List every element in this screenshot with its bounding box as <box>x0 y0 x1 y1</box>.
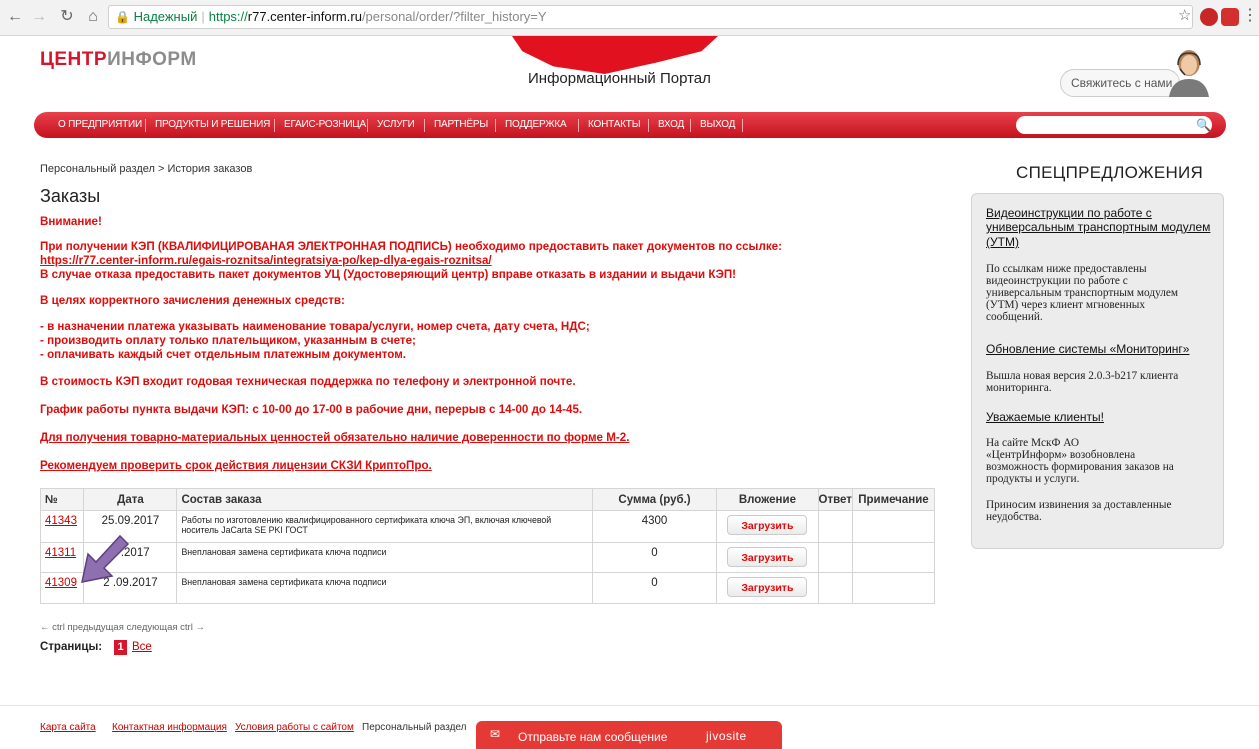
notice-schedule: График работы пункта выдачи КЭП: с 10-00… <box>40 403 583 416</box>
order-answer <box>817 510 853 543</box>
pager-navigation[interactable]: ← ctrl предыдущая следующая ctrl → <box>40 622 205 633</box>
footer-contact-link[interactable]: Контактная информация <box>112 722 227 733</box>
order-sum: 4300 <box>591 510 718 543</box>
table-row: 41309 2 .09.2017 Внеплановая замена серт… <box>39 572 936 604</box>
site-logo[interactable]: ЦЕНТРИНФОРМ <box>40 49 197 71</box>
order-answer <box>817 572 853 604</box>
nav-item-services[interactable]: УСЛУГИ <box>377 112 415 138</box>
col-attachment: Вложение <box>716 488 819 511</box>
notice-payment-rule1: - в назначении платежа указывать наимено… <box>40 320 590 333</box>
pages-label: Страницы: <box>40 641 103 653</box>
contact-us-button[interactable]: Свяжитесь с нами <box>1060 69 1180 97</box>
sidebar-clients-link[interactable]: Уважаемые клиенты! <box>986 411 1104 424</box>
notice-kep-line1: При получении КЭП (КВАЛИФИЦИРОВАНАЯ ЭЛЕК… <box>40 240 782 253</box>
col-date: Дата <box>83 488 178 511</box>
upload-button[interactable]: Загрузить <box>727 547 808 567</box>
notice-kep-link[interactable]: https://r77.center-inform.ru/egais-rozni… <box>40 254 492 267</box>
url-protocol: https:// <box>208 9 248 24</box>
notice-payment-rule2: - производить оплату только плательщиком… <box>40 334 416 347</box>
breadcrumb: Персональный раздел > История заказов <box>40 163 253 175</box>
order-number-link[interactable]: 41311 <box>45 547 76 559</box>
nav-item-support[interactable]: ПОДДЕРЖКА <box>505 112 567 138</box>
url-host: r77.center-inform.ru <box>247 9 362 24</box>
russia-map-graphic <box>512 36 718 74</box>
sidebar-title: СПЕЦПРЕДЛОЖЕНИЯ <box>1016 163 1204 182</box>
order-note <box>851 572 936 604</box>
back-arrow-icon[interactable]: ← <box>4 6 26 28</box>
order-composition: Внеплановая замена сертификата ключа под… <box>176 572 593 604</box>
upload-button[interactable]: Загрузить <box>727 515 808 535</box>
page: ← → ↻ ⌂ 🔒 Надежный | https://r77.center-in… <box>0 0 1259 749</box>
portal-title: Информационный Портал <box>528 70 711 87</box>
nav-item-logout[interactable]: ВЫХОД <box>700 112 735 138</box>
search-icon[interactable]: 🔍 <box>1196 116 1211 134</box>
table-header-row: № Дата Состав заказа Сумма (руб.) Вложен… <box>39 488 936 511</box>
breadcrumb-personal[interactable]: Персональный раздел <box>40 163 155 175</box>
nav-item-products[interactable]: ПРОДУКТЫ И РЕШЕНИЯ <box>155 112 270 138</box>
sidebar-video-link-1[interactable]: Видеоинструкции по работе с <box>986 207 1152 220</box>
forward-arrow-icon[interactable]: → <box>28 6 50 28</box>
lock-icon: 🔒 <box>115 10 130 24</box>
address-bar[interactable]: 🔒 Надежный | https://r77.center-inform.ru/… <box>108 5 1193 29</box>
footer-personal[interactable]: Персональный раздел <box>362 722 466 733</box>
nav-item-egais[interactable]: ЕГАИС-РОЗНИЦА <box>284 112 366 138</box>
url-path: /personal/order/?filter_history=Y <box>361 9 547 24</box>
order-composition: Внеплановая замена сертификата ключа под… <box>176 542 593 573</box>
col-composition: Состав заказа <box>176 488 593 511</box>
order-sum: 0 <box>591 572 718 604</box>
page-current[interactable]: 1 <box>114 640 127 655</box>
footer-terms-link[interactable]: Условия работы с сайтом <box>235 722 354 733</box>
chat-brand: jivosite <box>706 729 747 743</box>
site-search-input[interactable] <box>1016 116 1212 134</box>
col-answer: Ответ <box>817 488 853 511</box>
reload-icon[interactable]: ↻ <box>56 6 78 28</box>
extension-shield-icon[interactable] <box>1200 8 1218 26</box>
footer-divider <box>0 705 1259 706</box>
order-number-link[interactable]: 41343 <box>45 515 77 527</box>
notice-license-link[interactable]: Рекомендуем проверить срок действия лице… <box>40 459 432 472</box>
orders-table: № Дата Состав заказа Сумма (руб.) Вложен… <box>39 488 936 604</box>
bookmark-star-icon[interactable]: ☆ <box>1178 6 1194 26</box>
notice-payment-head: В целях корректного зачисления денежных … <box>40 294 345 307</box>
support-agent-avatar[interactable] <box>1166 45 1212 97</box>
notice-payment-rule3: - оплачивать каждый счет отдельным плате… <box>40 348 406 361</box>
upload-button[interactable]: Загрузить <box>727 577 808 597</box>
sidebar-monitoring-link[interactable]: Обновление системы «Мониторинг» <box>986 343 1189 356</box>
col-number: № <box>39 488 85 511</box>
sidebar-video-link-2[interactable]: универсальным транспортным модулем <box>986 221 1210 234</box>
home-icon[interactable]: ⌂ <box>82 6 104 28</box>
table-row: 41343 25.09.2017 Работы по изготовлению … <box>39 510 936 543</box>
notice-proxy-link[interactable]: Для получения товарно-материальных ценно… <box>40 431 629 444</box>
breadcrumb-current: История заказов <box>167 163 253 175</box>
order-note <box>851 542 936 573</box>
nav-item-about[interactable]: О ПРЕДПРИЯТИИ <box>58 112 142 138</box>
nav-item-contacts[interactable]: КОНТАКТЫ <box>588 112 641 138</box>
nav-item-partners[interactable]: ПАРТНЁРЫ <box>434 112 488 138</box>
order-sum: 0 <box>591 542 718 573</box>
nav-item-login[interactable]: ВХОД <box>658 112 684 138</box>
col-note: Примечание <box>851 488 936 511</box>
extension-media-icon[interactable] <box>1221 8 1239 26</box>
sidebar-video-link-3[interactable]: (УТМ) <box>986 236 1019 249</box>
envelope-icon: ✉ <box>490 727 501 741</box>
page-title: Заказы <box>40 186 101 206</box>
notice-kep-line3: В случае отказа предоставить пакет докум… <box>40 268 737 281</box>
footer-sitemap-link[interactable]: Карта сайта <box>40 722 96 733</box>
notice-attention: Внимание! <box>40 215 102 228</box>
annotation-arrow-icon <box>81 534 130 583</box>
table-row: 41311 2 .2017 Внеплановая замена сертифи… <box>39 542 936 573</box>
order-number-link[interactable]: 41309 <box>45 577 77 589</box>
order-composition: Работы по изготовлению квалифицированног… <box>176 510 593 543</box>
order-answer <box>817 542 853 573</box>
browser-menu-icon[interactable]: ⋮ <box>1242 6 1258 26</box>
order-note <box>851 510 936 543</box>
secure-label: Надежный <box>133 9 198 24</box>
browser-toolbar: ← → ↻ ⌂ 🔒 Надежный | https://r77.center-in… <box>0 0 1259 36</box>
notice-support: В стоимость КЭП входит годовая техническ… <box>40 375 576 388</box>
col-sum: Сумма (руб.) <box>591 488 718 511</box>
page-all-link[interactable]: Все <box>132 641 152 653</box>
chat-label: Отправьте нам сообщение <box>518 730 668 744</box>
